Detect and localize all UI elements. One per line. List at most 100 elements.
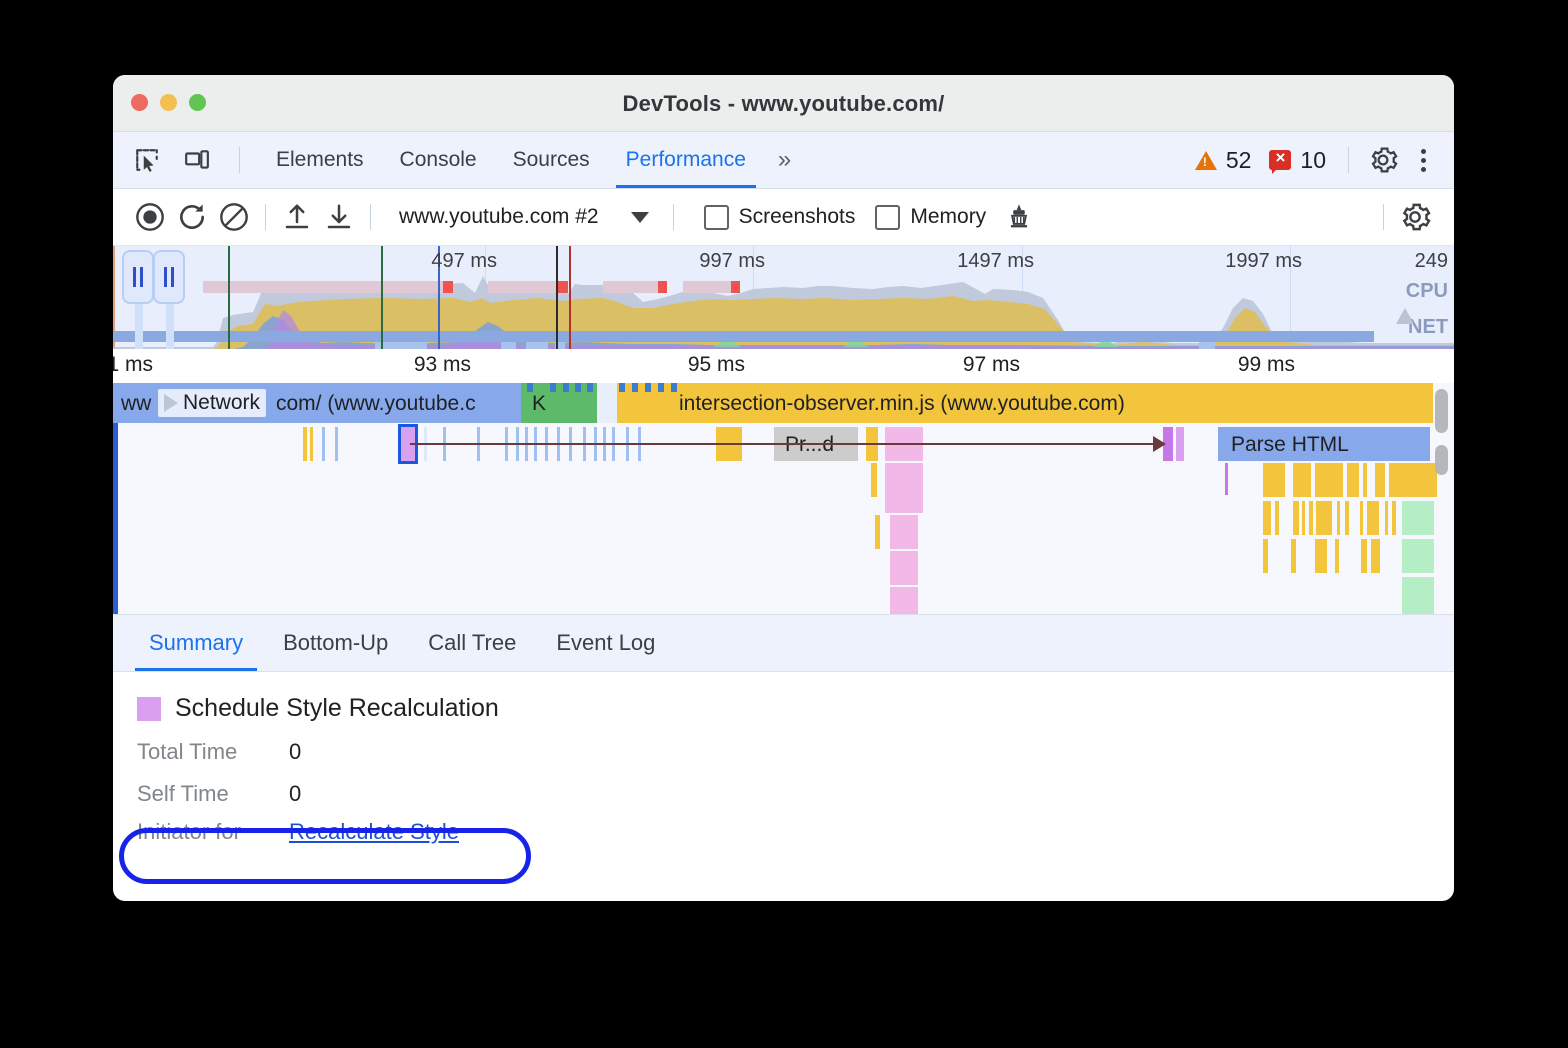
overview-track-labels: CPU NET xyxy=(1406,274,1448,340)
flame-bar[interactable] xyxy=(1337,501,1340,535)
error-x-icon xyxy=(1269,150,1291,170)
flame-bar[interactable] xyxy=(1176,427,1184,461)
flame-bar[interactable] xyxy=(1309,501,1313,535)
memory-checkbox[interactable] xyxy=(875,205,900,230)
overview-time-label: 249 xyxy=(1415,250,1454,273)
download-profile-icon[interactable] xyxy=(318,196,360,238)
flame-chart-scrollbar-thumb-top[interactable] xyxy=(1435,389,1448,433)
flame-bar[interactable] xyxy=(890,551,918,585)
gear-icon[interactable] xyxy=(1365,142,1401,178)
flame-bar[interactable] xyxy=(1375,463,1385,497)
devtools-panel-tabs: Elements Console Sources Performance » xyxy=(258,132,802,188)
flame-bar[interactable] xyxy=(1335,539,1339,573)
memory-checkbox-group[interactable]: Memory xyxy=(875,205,986,230)
overview-window-left-stem xyxy=(135,300,143,349)
clear-icon[interactable] xyxy=(213,196,255,238)
flame-chart-ruler: 91 ms 93 ms 95 ms 97 ms 99 ms xyxy=(113,349,1454,383)
flame-bar[interactable] xyxy=(1385,501,1388,535)
inspect-element-icon[interactable] xyxy=(129,142,165,178)
flame-chart-scrollbar-thumb-bottom[interactable] xyxy=(1435,445,1448,475)
summary-panel: Schedule Style Recalculation Total Time … xyxy=(113,672,1454,845)
capture-settings-gear-area xyxy=(1373,196,1454,238)
warning-badge[interactable]: 52 xyxy=(1189,147,1258,174)
network-request-tick xyxy=(550,383,556,392)
flame-bar[interactable] xyxy=(890,515,918,549)
flame-bar[interactable] xyxy=(1363,463,1367,497)
flame-bar[interactable] xyxy=(1225,463,1228,495)
tab-call-tree[interactable]: Call Tree xyxy=(408,615,536,671)
flame-bar[interactable] xyxy=(310,427,313,461)
network-row-prefix-label: ww xyxy=(121,392,151,416)
tab-performance[interactable]: Performance xyxy=(608,132,764,188)
flame-bar[interactable] xyxy=(1293,501,1299,535)
flame-bar[interactable] xyxy=(871,463,877,497)
flame-chart[interactable]: 91 ms 93 ms 95 ms 97 ms 99 ms xyxy=(113,349,1454,614)
tab-sources[interactable]: Sources xyxy=(495,132,608,188)
flame-bar[interactable] xyxy=(885,463,923,513)
flame-bar[interactable] xyxy=(1263,463,1285,497)
flame-bar[interactable] xyxy=(1360,501,1363,535)
memory-label: Memory xyxy=(910,205,986,229)
flame-bar[interactable] xyxy=(1345,501,1349,535)
flame-bar[interactable] xyxy=(1367,501,1379,535)
screenshots-checkbox[interactable] xyxy=(704,205,729,230)
tab-event-log[interactable]: Event Log xyxy=(536,615,675,671)
warning-count: 52 xyxy=(1226,147,1252,174)
tab-strip-left-icons xyxy=(113,142,250,178)
capture-settings-gear-icon[interactable] xyxy=(1394,196,1436,238)
overview-window-right-handle[interactable] xyxy=(153,250,185,304)
tab-bottom-up[interactable]: Bottom-Up xyxy=(263,615,408,671)
more-tabs-icon[interactable]: » xyxy=(764,146,802,174)
tab-sources-label: Sources xyxy=(513,148,590,172)
flame-bar[interactable] xyxy=(1293,463,1311,497)
tab-summary[interactable]: Summary xyxy=(129,615,263,671)
upload-profile-icon[interactable] xyxy=(276,196,318,238)
kebab-menu-icon[interactable] xyxy=(1407,149,1440,172)
tab-event-log-label: Event Log xyxy=(556,630,655,656)
flame-bar[interactable] xyxy=(1392,501,1396,535)
flame-bar[interactable] xyxy=(1275,501,1279,535)
screenshots-checkbox-group[interactable]: Screenshots xyxy=(704,205,856,230)
timeline-overview[interactable]: 497 ms 997 ms 1497 ms 1997 ms 249 CPU NE… xyxy=(113,246,1454,349)
profile-select[interactable]: www.youtube.com #2 xyxy=(389,205,649,229)
error-badge[interactable]: 10 xyxy=(1263,147,1332,174)
flame-bar[interactable] xyxy=(1347,463,1359,497)
record-icon[interactable] xyxy=(129,196,171,238)
flame-bar[interactable] xyxy=(875,515,880,549)
flame-bar[interactable] xyxy=(322,427,325,461)
overview-frame-bar xyxy=(683,281,731,293)
overview-window-left-handle[interactable] xyxy=(122,250,154,304)
flame-bar[interactable] xyxy=(890,587,918,614)
overview-time-label: 997 ms xyxy=(699,250,771,273)
tab-strip-right-area: 52 10 xyxy=(1189,142,1454,178)
flame-bar[interactable] xyxy=(1291,539,1296,573)
flame-bar[interactable] xyxy=(1402,501,1434,535)
collect-garbage-icon[interactable] xyxy=(998,196,1040,238)
flame-bar[interactable] xyxy=(1302,501,1305,535)
tab-bottom-up-label: Bottom-Up xyxy=(283,630,388,656)
flame-bar[interactable] xyxy=(1315,539,1327,573)
overview-frame-long xyxy=(658,281,667,293)
flame-bar[interactable] xyxy=(1263,539,1268,573)
flame-chart-body[interactable]: ww com/ (www.youtube.c K intersection-ob… xyxy=(113,383,1454,614)
flame-bar[interactable] xyxy=(1371,539,1380,573)
tab-console[interactable]: Console xyxy=(382,132,495,188)
flame-bar[interactable] xyxy=(1263,501,1271,535)
summary-value: 0 xyxy=(289,781,301,807)
reload-record-icon[interactable] xyxy=(171,196,213,238)
network-track-overlay[interactable]: Network xyxy=(158,389,266,417)
flame-bar[interactable] xyxy=(1389,463,1437,497)
flame-bar[interactable] xyxy=(1402,577,1434,614)
flame-bar[interactable] xyxy=(1361,539,1367,573)
flame-bar[interactable] xyxy=(303,427,307,461)
flame-bar[interactable] xyxy=(1316,501,1332,535)
flame-bar[interactable] xyxy=(1315,463,1343,497)
devtools-window: DevTools - www.youtube.com/ Elements Con… xyxy=(113,75,1454,901)
network-request-tick xyxy=(575,383,581,392)
device-toolbar-icon[interactable] xyxy=(179,142,215,178)
flame-bar[interactable] xyxy=(1402,539,1434,573)
network-request-tick xyxy=(632,383,638,392)
perf-toolbar-divider-2 xyxy=(370,204,371,230)
tab-elements[interactable]: Elements xyxy=(258,132,382,188)
flame-bar[interactable] xyxy=(335,427,338,461)
